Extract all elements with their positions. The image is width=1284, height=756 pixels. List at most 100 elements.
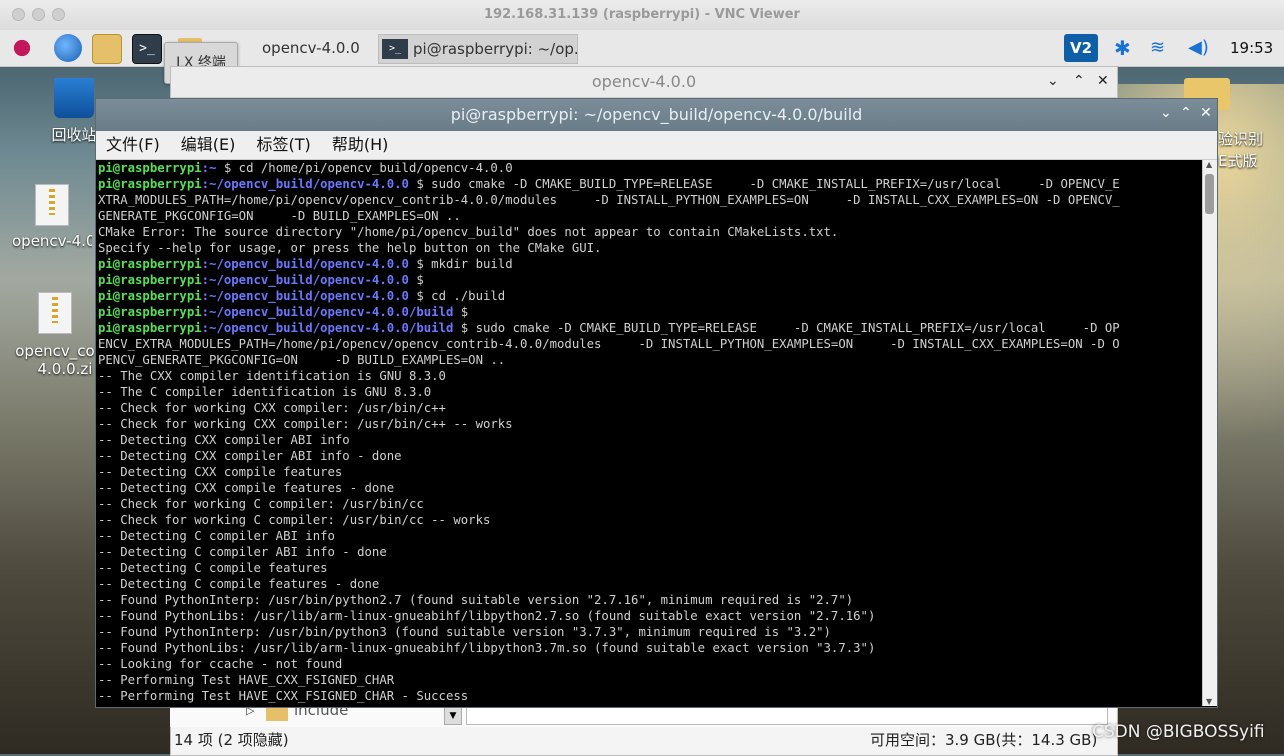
terminal-scrollbar[interactable]: ▲ ▼	[1202, 160, 1217, 706]
desktop-icon-label: opencv-4.0	[12, 232, 92, 250]
command-text: $ sudo cmake -D CMAKE_BUILD_TYPE=RELEASE…	[453, 321, 1120, 335]
raspberry-menu-icon[interactable]	[8, 34, 36, 62]
desktop-right-label-1: 验识别	[1218, 130, 1264, 148]
close-icon[interactable]: ✕	[1200, 105, 1212, 121]
desktop-icon-trash[interactable]: 回收站	[46, 78, 102, 145]
volume-icon[interactable]: ◀)	[1188, 34, 1209, 62]
prompt-path: :~/opencv_build/opencv-4.0.0/build	[201, 321, 454, 335]
trash-icon	[54, 78, 94, 118]
path-field[interactable]	[466, 705, 1108, 725]
wifi-icon[interactable]: ≋	[1150, 34, 1165, 62]
terminal-line: pi@raspberrypi:~ $ cd /home/pi/opencv_bu…	[98, 160, 1201, 176]
chevron-down-icon[interactable]: ⌄	[1047, 73, 1059, 89]
taskbar-item-terminal[interactable]: >_ pi@raspberrypi: ~/op...	[378, 34, 578, 64]
browser-globe-icon[interactable]	[54, 34, 82, 62]
terminal-title: pi@raspberrypi: ~/opencv_build/opencv-4.…	[96, 99, 1217, 131]
terminal-line: -- Check for working CXX compiler: /usr/…	[98, 401, 446, 415]
terminal-line: -- Performing Test HAVE_CXX_FSIGNED_CHAR…	[98, 689, 469, 703]
vnc-icon[interactable]: V2	[1064, 34, 1098, 62]
desktop-icon-label: opencv_co	[15, 342, 95, 360]
terminal-line: -- Found PythonLibs: /usr/lib/arm-linux-…	[98, 609, 876, 623]
scrollbar-thumb[interactable]	[1205, 174, 1214, 214]
minimize-icon[interactable]: ⌄	[1160, 105, 1172, 121]
command-text: $ mkdir build	[408, 257, 513, 271]
prompt-path: :~/opencv_build/opencv-4.0.0/build	[201, 305, 454, 319]
prompt-user: pi@raspberrypi	[98, 289, 202, 303]
menu-tabs[interactable]: 标签(T)	[257, 135, 311, 154]
clock: 19:53	[1230, 39, 1274, 57]
terminal-line: -- Detecting C compiler ABI info - done	[98, 545, 387, 559]
terminal-line: -- Detecting CXX compile features - done	[98, 481, 395, 495]
desktop-icon-label: 回收站	[51, 126, 97, 144]
scroll-down-arrow[interactable]: ▼	[1206, 697, 1212, 706]
terminal-output[interactable]: pi@raspberrypi:~ $ cd /home/pi/opencv_bu…	[98, 160, 1201, 706]
terminal-line: pi@raspberrypi:~/opencv_build/opencv-4.0…	[98, 304, 1201, 320]
file-manager-title: opencv-4.0.0	[171, 67, 1117, 98]
vnc-title-bar: 192.168.31.139 (raspberrypi) - VNC Viewe…	[0, 0, 1284, 31]
terminal-line: -- Found PythonLibs: /usr/lib/arm-linux-…	[98, 641, 876, 655]
terminal-line: -- Check for working CXX compiler: /usr/…	[98, 417, 513, 431]
terminal-line: pi@raspberrypi:~/opencv_build/opencv-4.0…	[98, 288, 1201, 304]
command-text: $ cd ./build	[408, 289, 506, 303]
terminal-line: -- The CXX compiler identification is GN…	[98, 369, 446, 383]
taskbar-label: opencv-4.0.0	[262, 39, 360, 57]
terminal-line: -- Check for working C compiler: /usr/bi…	[98, 497, 424, 511]
prompt-user: pi@raspberrypi	[98, 161, 202, 175]
command-text: $	[408, 273, 424, 287]
menu-file[interactable]: 文件(F)	[106, 135, 160, 154]
terminal-line: -- The C compiler identification is GNU …	[98, 385, 432, 399]
prompt-user: pi@raspberrypi	[98, 321, 202, 335]
zip-file-icon	[38, 292, 72, 334]
file-manager-icon[interactable]	[92, 34, 122, 64]
file-manager-statusbar: 14 项 (2 项隐藏) 可用空间：3.9 GB(共：14.3 GB)	[170, 726, 1116, 754]
terminal-line: XTRA_MODULES_PATH=/home/pi/opencv/opencv…	[98, 193, 1120, 207]
status-free-space: 可用空间：3.9 GB(共：14.3 GB)	[870, 731, 1098, 749]
terminal-line: -- Found PythonInterp: /usr/bin/python2.…	[98, 593, 854, 607]
terminal-line: -- Looking for ccache - not found	[98, 657, 343, 671]
command-text: $ cd /home/pi/opencv_build/opencv-4.0.0	[216, 161, 513, 175]
terminal-line: CMake Error: The source directory "/home…	[98, 225, 839, 239]
terminal-line: PENCV_GENERATE_PKGCONFIG=ON -D BUILD_EXA…	[98, 353, 506, 367]
prompt-path: :~/opencv_build/opencv-4.0.0	[201, 177, 409, 191]
scroll-up-arrow[interactable]: ▲	[1206, 160, 1212, 169]
terminal-line: ENCV_EXTRA_MODULES_PATH=/home/pi/opencv/…	[98, 337, 1120, 351]
chevron-up-icon[interactable]: ⌃	[1073, 73, 1085, 89]
terminal-line: -- Detecting C compile features - done	[98, 577, 380, 591]
command-text: $	[453, 305, 469, 319]
prompt-path: :~/opencv_build/opencv-4.0.0	[201, 289, 409, 303]
zip-file-icon	[35, 184, 69, 226]
terminal-line: -- Detecting C compile features	[98, 561, 328, 575]
desktop-icon-opencv-contrib[interactable]: opencv_co 4.0.0.zi	[14, 292, 96, 378]
watermark: CSDN @BIGBOSSyifi	[1092, 722, 1265, 742]
terminal-line: pi@raspberrypi:~/opencv_build/opencv-4.0…	[98, 320, 1201, 336]
prompt-user: pi@raspberrypi	[98, 273, 202, 287]
taskbar-label: pi@raspberrypi: ~/op...	[413, 40, 578, 58]
terminal-icon[interactable]: >_	[132, 34, 162, 64]
terminal-menubar: 文件(F) 编辑(E) 标签(T) 帮助(H)	[96, 131, 1217, 160]
bluetooth-icon[interactable]: ✱	[1114, 34, 1131, 62]
terminal-line: -- Performing Test HAVE_CXX_FSIGNED_CHAR	[98, 673, 395, 687]
terminal-window[interactable]: pi@raspberrypi: ~/opencv_build/opencv-4.…	[95, 98, 1218, 708]
desktop-icon-opencv[interactable]: opencv-4.0	[12, 184, 92, 250]
terminal-line: -- Detecting C compiler ABI info	[98, 529, 335, 543]
terminal-line: -- Detecting CXX compiler ABI info	[98, 433, 350, 447]
terminal-line: pi@raspberrypi:~/opencv_build/opencv-4.0…	[98, 256, 1201, 272]
terminal-line: -- Detecting CXX compiler ABI info - don…	[98, 449, 402, 463]
command-text: $ sudo cmake -D CMAKE_BUILD_TYPE=RELEASE…	[408, 177, 1120, 191]
terminal-line: pi@raspberrypi:~/opencv_build/opencv-4.0…	[98, 176, 1201, 192]
window-title: 192.168.31.139 (raspberrypi) - VNC Viewe…	[484, 7, 800, 22]
prompt-path: :~	[201, 161, 217, 175]
terminal-line: -- Detecting CXX compile features	[98, 465, 343, 479]
terminal-line: GENERATE_PKGCONFIG=ON -D BUILD_EXAMPLES=…	[98, 209, 461, 223]
terminal-line: -- Check for working C compiler: /usr/bi…	[98, 513, 491, 527]
maximize-icon[interactable]: ⌃	[1180, 105, 1192, 121]
terminal-line: pi@raspberrypi:~/opencv_build/opencv-4.0…	[98, 272, 1201, 288]
close-icon[interactable]: ✕	[1097, 73, 1109, 89]
dropdown-button[interactable]: ▼	[444, 707, 462, 725]
menu-edit[interactable]: 编辑(E)	[181, 135, 236, 154]
prompt-user: pi@raspberrypi	[98, 257, 202, 271]
menu-help[interactable]: 帮助(H)	[332, 135, 389, 154]
status-item-count: 14 项 (2 项隐藏)	[174, 731, 289, 749]
terminal-icon: >_	[382, 39, 408, 59]
terminal-line: Specify --help for usage, or press the h…	[98, 241, 602, 255]
